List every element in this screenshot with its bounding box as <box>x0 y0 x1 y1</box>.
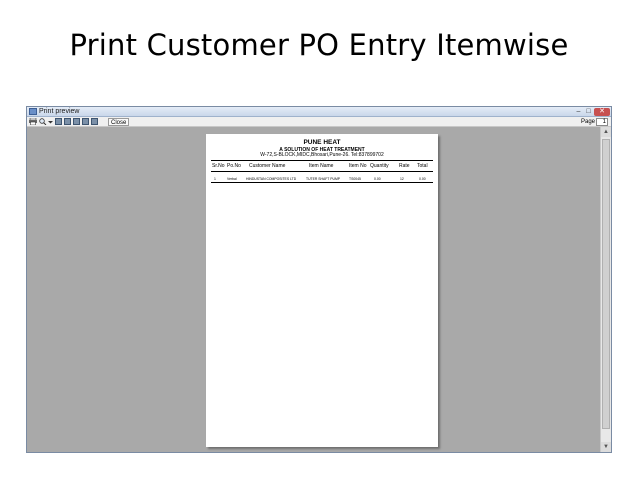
two-pages-icon[interactable] <box>64 118 71 125</box>
column-header-customer-name: Customer Name <box>249 163 286 169</box>
page-number-field[interactable]: 1 <box>596 118 608 126</box>
cell-quantity: 0.00 <box>374 177 381 181</box>
title-bar: Print preview – □ ✕ <box>27 107 611 117</box>
header-rule-bottom <box>211 171 433 172</box>
four-pages-icon[interactable] <box>82 118 89 125</box>
scroll-thumb[interactable] <box>602 139 610 429</box>
cell-customer-name: HINDUSTAN COMPOSITES LTD <box>246 177 297 181</box>
minimize-button[interactable]: – <box>574 108 583 116</box>
close-button[interactable]: Close <box>108 118 130 126</box>
three-pages-icon[interactable] <box>73 118 80 125</box>
dropdown-arrow-icon[interactable] <box>48 118 53 125</box>
cell-total: 0.00 <box>419 177 426 181</box>
column-header-quantity: Quantity <box>370 163 389 169</box>
report-company-name: PUNE HEAT <box>303 139 341 146</box>
window-title: Print preview <box>39 108 80 115</box>
scroll-down-icon[interactable]: ▼ <box>601 442 611 452</box>
six-pages-icon[interactable] <box>91 118 98 125</box>
row-rule <box>211 182 433 183</box>
scroll-up-icon[interactable]: ▲ <box>601 127 611 137</box>
cell-po-no: Verbal <box>227 177 237 181</box>
one-page-icon[interactable] <box>55 118 62 125</box>
printer-icon[interactable] <box>29 117 37 126</box>
app-icon <box>29 108 37 115</box>
vertical-scrollbar[interactable]: ▲ ▼ <box>600 127 611 452</box>
print-preview-window: Print preview – □ ✕ Close Page 1 PUNE HE… <box>26 106 612 453</box>
column-header-item-name: Item Name <box>309 163 334 169</box>
report-address: W-72,S-BLOCK,MIDC,Bhosari,Pune-26. Tel:8… <box>260 152 384 158</box>
page-label: Page <box>580 119 595 125</box>
cell-sr-no: 1 <box>214 177 216 181</box>
magnifier-icon[interactable] <box>39 118 47 126</box>
maximize-button[interactable]: □ <box>584 108 593 116</box>
column-header-sr-no: Sr.No <box>212 163 225 169</box>
column-header-total: Total <box>417 163 428 169</box>
header-rule-top <box>211 160 433 161</box>
preview-area: PUNE HEAT A SOLUTION OF HEAT TREATMENT W… <box>27 127 601 452</box>
window-close-button[interactable]: ✕ <box>594 108 610 116</box>
cell-item-no: TS0045 <box>349 177 361 181</box>
slide-title: Print Customer PO Entry Itemwise <box>69 28 569 62</box>
column-header-item-no: Item No <box>349 163 367 169</box>
toolbar: Close Page 1 <box>27 117 611 127</box>
report-page: PUNE HEAT A SOLUTION OF HEAT TREATMENT W… <box>206 134 438 447</box>
column-header-po-no: Po.No <box>227 163 241 169</box>
column-header-rate: Rate <box>399 163 410 169</box>
cell-rate: 12 <box>400 177 404 181</box>
cell-item-name: TUTER SHAFT PUMP <box>306 177 341 181</box>
